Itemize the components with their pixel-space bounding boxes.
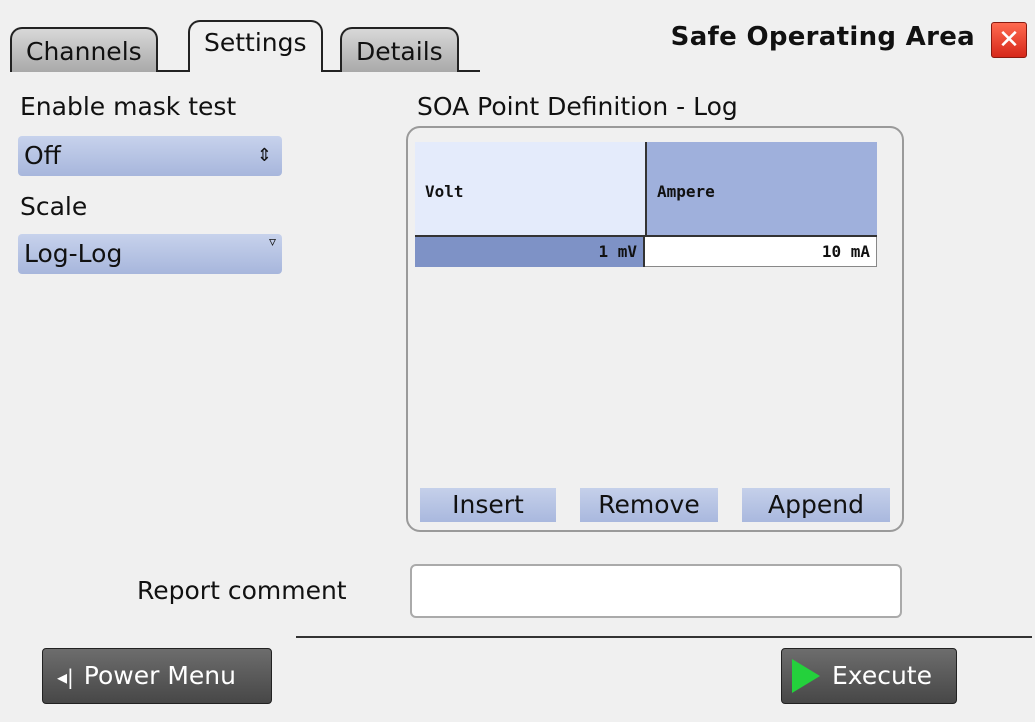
scale-select[interactable]: Log-Log ▿ (18, 234, 282, 274)
tab-settings-label: Settings (204, 28, 307, 57)
execute-button[interactable]: Execute (781, 648, 957, 704)
report-comment-input[interactable] (410, 564, 902, 618)
play-icon (792, 659, 820, 693)
back-arrow-icon: ◂| (57, 665, 74, 689)
table-cell-ampere[interactable]: 10 mA (645, 237, 877, 267)
scale-value: Log-Log (24, 239, 123, 268)
tab-settings[interactable]: Settings (188, 20, 323, 72)
footer-separator (296, 636, 1032, 638)
column-header-ampere[interactable]: Ampere (645, 142, 877, 235)
spinner-arrows-icon: ⇕ (256, 145, 272, 166)
tab-details-label: Details (356, 37, 443, 66)
tab-details[interactable]: Details (340, 27, 459, 72)
column-header-volt[interactable]: Volt (415, 142, 645, 235)
soa-group-title: SOA Point Definition - Log (417, 92, 738, 121)
tab-channels[interactable]: Channels (10, 27, 158, 72)
enable-mask-test-value: Off (24, 141, 61, 170)
dialog-title: Safe Operating Area (670, 22, 975, 52)
insert-button[interactable]: Insert (420, 488, 556, 522)
tab-bar: Channels Settings Details (10, 20, 610, 72)
append-button[interactable]: Append (742, 488, 890, 522)
tab-channels-label: Channels (26, 37, 142, 66)
enable-mask-test-label: Enable mask test (20, 92, 237, 121)
enable-mask-test-select[interactable]: Off ⇕ (18, 136, 282, 176)
table-cell-volt[interactable]: 1 mV (415, 237, 645, 267)
report-comment-label: Report comment (137, 576, 347, 605)
dropdown-triangle-icon: ▿ (268, 234, 276, 250)
close-icon[interactable]: ✕ (991, 22, 1027, 58)
execute-label: Execute (832, 661, 932, 690)
power-menu-label: Power Menu (83, 661, 236, 690)
scale-label: Scale (20, 192, 88, 221)
remove-button[interactable]: Remove (580, 488, 718, 522)
power-menu-button[interactable]: ◂| Power Menu (42, 648, 272, 704)
